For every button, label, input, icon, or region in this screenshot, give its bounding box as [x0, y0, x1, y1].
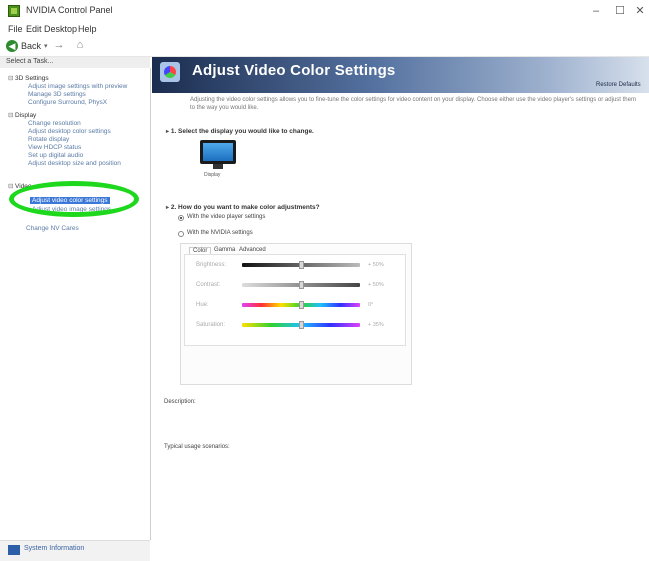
- section-color-adjust: ▸ 2. How do you want to make color adjus…: [166, 204, 320, 211]
- menu-file[interactable]: File: [8, 24, 23, 34]
- minimize-button[interactable]: –: [586, 3, 606, 19]
- forward-arrow-icon[interactable]: →: [52, 38, 66, 52]
- collapse-icon[interactable]: ⊟: [8, 74, 15, 82]
- radio-label-video-player: With the video player settings: [187, 214, 266, 220]
- radio-nvidia-settings[interactable]: [178, 231, 184, 237]
- tab-advanced[interactable]: Advanced: [236, 247, 269, 253]
- tree-item-change-nv-cares[interactable]: Change NV Cares: [26, 225, 79, 232]
- task-tree: [0, 68, 151, 540]
- task-pane-title: Select a Task...: [6, 58, 54, 65]
- back-arrow-icon: ◀: [6, 40, 18, 52]
- maximize-button[interactable]: ☐: [610, 3, 630, 19]
- tree-item-change-resolution[interactable]: Change resolution: [28, 120, 81, 127]
- system-information-icon: [8, 545, 20, 555]
- section-select-display: ▸ 1. Select the display you would like t…: [166, 128, 314, 135]
- radio-video-player-settings[interactable]: [178, 215, 184, 221]
- nvidia-logo-icon: [8, 5, 20, 17]
- section-arrow-icon: ▸: [166, 129, 170, 135]
- highlight-annotation-ring: [9, 181, 139, 217]
- tab-color[interactable]: Color: [189, 247, 212, 254]
- toolbar: [0, 36, 649, 57]
- page-description: Adjusting the video color settings allow…: [190, 97, 636, 111]
- menu-desktop[interactable]: Desktop: [44, 24, 77, 34]
- brightness-slider-thumb[interactable]: [299, 261, 304, 269]
- restore-defaults-link[interactable]: Restore Defaults: [596, 82, 641, 88]
- saturation-slider-thumb[interactable]: [299, 321, 304, 329]
- menu-help[interactable]: Help: [78, 24, 97, 34]
- section-heading: 2. How do you want to make color adjustm…: [170, 204, 320, 211]
- menu-edit[interactable]: Edit: [26, 24, 42, 34]
- tab-gamma[interactable]: Gamma: [211, 247, 238, 253]
- contrast-value: + 50%: [368, 282, 384, 288]
- display-name: Display: [204, 172, 221, 178]
- back-button[interactable]: ◀ Back ▾: [6, 39, 48, 53]
- saturation-value: + 35%: [368, 322, 384, 328]
- slider-label-hue: Hue:: [196, 302, 209, 308]
- slider-label-saturation: Saturation:: [196, 322, 226, 328]
- tree-item-manage-3d-settings[interactable]: Manage 3D settings: [28, 91, 86, 98]
- tree-item-adjust-image-settings[interactable]: Adjust image settings with preview: [28, 83, 127, 90]
- tree-category-3d-settings[interactable]: ⊟ 3D Settings: [8, 74, 49, 82]
- contrast-slider-thumb[interactable]: [299, 281, 304, 289]
- tree-item-rotate-display[interactable]: Rotate display: [28, 136, 69, 143]
- menu-bar: [0, 22, 649, 36]
- monitor-stand: [213, 164, 223, 169]
- description-label: Description:: [164, 399, 196, 405]
- tree-item-view-hdcp[interactable]: View HDCP status: [28, 144, 81, 151]
- hue-value: 0°: [368, 302, 374, 308]
- brightness-value: + 50%: [368, 262, 384, 268]
- page-title: Adjust Video Color Settings: [192, 62, 396, 79]
- radio-label-nvidia: With the NVIDIA settings: [187, 230, 253, 236]
- tree-item-configure-surround[interactable]: Configure Surround, PhysX: [28, 99, 107, 106]
- collapse-icon[interactable]: ⊟: [8, 182, 15, 190]
- display-monitor-icon[interactable]: [200, 140, 236, 164]
- back-label: Back: [21, 41, 42, 51]
- hue-slider-thumb[interactable]: [299, 301, 304, 309]
- usage-scenarios-label: Typical usage scenarios:: [164, 444, 230, 450]
- chevron-down-icon[interactable]: ▾: [44, 42, 48, 50]
- slider-label-brightness: Brightness:: [196, 262, 227, 268]
- system-information-link[interactable]: System Information: [24, 545, 84, 552]
- tree-item-adjust-desktop-color[interactable]: Adjust desktop color settings: [28, 128, 111, 135]
- tree-item-desktop-size[interactable]: Adjust desktop size and position: [28, 160, 121, 167]
- tree-item-digital-audio[interactable]: Set up digital audio: [28, 152, 83, 159]
- slider-label-contrast: Contrast:: [196, 282, 221, 288]
- home-icon[interactable]: ⌂: [72, 38, 88, 52]
- section-arrow-icon: ▸: [166, 205, 170, 211]
- tree-category-display[interactable]: ⊟ Display: [8, 111, 36, 119]
- collapse-icon[interactable]: ⊟: [8, 111, 15, 119]
- section-heading: 1. Select the display you would like to …: [170, 128, 314, 135]
- video-color-icon: [160, 62, 180, 82]
- close-button[interactable]: ✕: [630, 3, 649, 19]
- window-title: NVIDIA Control Panel: [26, 5, 113, 15]
